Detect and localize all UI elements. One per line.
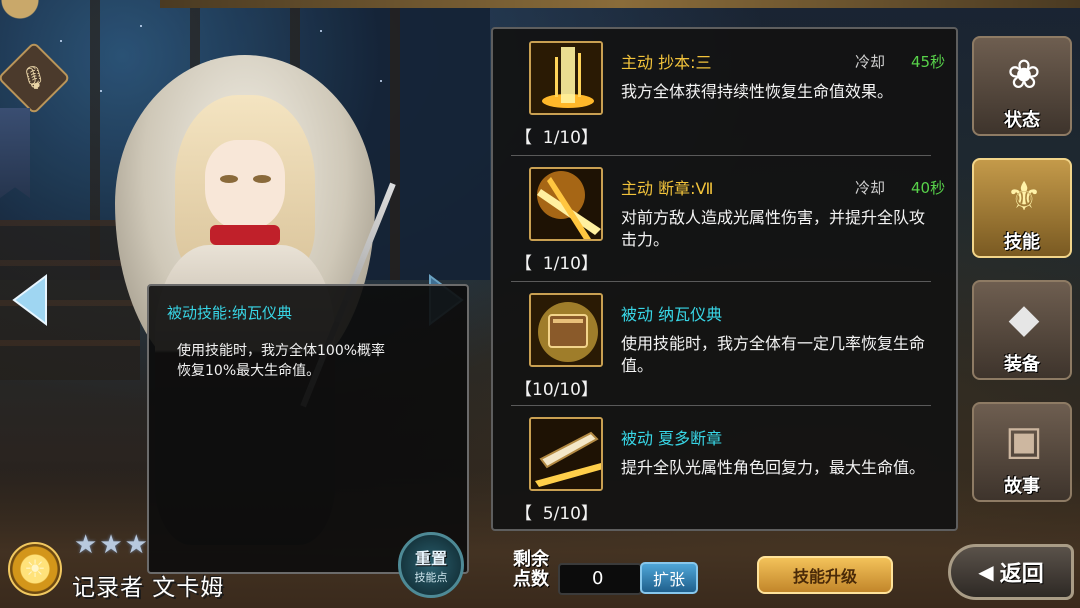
back-arrow-icon: ◀ [978, 560, 994, 584]
cooldown-label: 冷却 [855, 179, 886, 197]
rarity-stars: ★ ★ ★ [74, 530, 148, 560]
star-icon: ★ [99, 530, 123, 560]
microphone-icon: 🎙 [20, 65, 48, 91]
trident-icon: ⚜ [1006, 174, 1042, 220]
banner-flag [0, 108, 30, 198]
tab-label: 技能 [1004, 232, 1040, 253]
character-eye-right [253, 175, 271, 183]
reset-skill-points-button[interactable]: 重置 技能点 [398, 532, 464, 598]
skill-level: 【 5/10】 [515, 504, 598, 524]
back-label: 返回 [999, 562, 1044, 587]
skill-description: 使用技能时，我方全体有一定几率恢复生命值。 [621, 334, 926, 375]
tab-label: 状态 [1004, 110, 1040, 131]
skill-name: 被动 夏多断章 [621, 429, 723, 448]
skill-row[interactable]: 【 1/10】 主动 抄本:三 冷却 45秒 我方全体获得持续性恢复生命值效果。 [493, 29, 956, 151]
remaining-points-label: 剩余 点数 [508, 550, 554, 590]
tab-skills[interactable]: ⚜ 技能 [972, 158, 1072, 258]
character-bow [210, 225, 280, 245]
star-icon: ★ [124, 530, 148, 560]
skill-name: 主动 抄本:三 [621, 53, 712, 72]
skill-description: 我方全体获得持续性恢复生命值效果。 [621, 82, 894, 101]
book-glow-icon [529, 293, 603, 367]
skill-description: 对前方敌人造成光属性伤害，并提升全队攻击力。 [621, 208, 926, 249]
skill-row[interactable]: 【 1/10】 主动 断章:Ⅶ 冷却 40秒 对前方敌人造成光属性伤害，并提升全… [493, 155, 956, 277]
skill-name: 主动 断章:Ⅶ [621, 179, 714, 198]
passive-skill-tooltip: 被动技能:纳瓦仪典 使用技能时，我方全体100%概率 恢复10%最大生命值。 [147, 284, 469, 574]
back-button[interactable]: ◀ 返回 [948, 544, 1074, 600]
skill-name: 被动 纳瓦仪典 [621, 305, 723, 324]
tooltip-description-line: 使用技能时，我方全体100%概率 [177, 343, 386, 359]
light-pillar-icon [529, 41, 603, 115]
character-name: 记录者 文卡姆 [72, 575, 225, 601]
tooltip-description: 使用技能时，我方全体100%概率 恢复10%最大生命值。 [167, 341, 449, 381]
character-eye-left [220, 175, 238, 183]
tooltip-title: 被动技能:纳瓦仪典 [167, 304, 293, 322]
crystal-icon: ◆ [1008, 296, 1040, 342]
cooldown-value: 45秒 [911, 53, 946, 71]
tab-status[interactable]: ❀ 状态 [972, 36, 1072, 136]
cooldown-label: 冷却 [855, 53, 886, 71]
points-value: 0 [592, 568, 604, 589]
character-face [205, 140, 285, 230]
skill-level: 【10/10】 [515, 380, 598, 400]
skill-level: 【 1/10】 [515, 128, 598, 148]
light-burst-icon [529, 167, 603, 241]
arrow-left-icon [12, 274, 47, 326]
tab-label: 装备 [1004, 354, 1040, 375]
reset-label: 重置 [414, 549, 447, 568]
cooldown-value: 40秒 [911, 179, 946, 197]
prev-character-arrow[interactable] [10, 274, 50, 326]
flower-emblem-icon: ❀ [1007, 52, 1041, 98]
tab-story[interactable]: ▣ 故事 [972, 402, 1072, 502]
points-label-line: 点数 [513, 569, 549, 590]
tab-label: 故事 [1004, 476, 1040, 497]
points-label-line: 剩余 [513, 549, 549, 570]
star-icon: ★ [74, 530, 98, 560]
open-book-icon [529, 417, 603, 491]
reset-sublabel: 技能点 [414, 571, 448, 584]
tooltip-description-line: 恢复10%最大生命值。 [177, 363, 321, 379]
skill-level: 【 1/10】 [515, 254, 598, 274]
expand-button[interactable]: 扩张 [640, 562, 698, 594]
top-ornament-bar [160, 0, 1080, 8]
skill-description: 提升全队光属性角色回复力，最大生命值。 [621, 458, 926, 477]
skill-row[interactable]: 【10/10】 被动 纳瓦仪典 使用技能时，我方全体有一定几率恢复生命值。 [493, 281, 956, 403]
book-icon: ▣ [1005, 418, 1043, 464]
skill-upgrade-button[interactable]: 技能升级 [757, 556, 893, 594]
tab-equipment[interactable]: ◆ 装备 [972, 280, 1072, 380]
light-element-icon: ☀ [8, 542, 62, 596]
skill-list-panel: 【 1/10】 主动 抄本:三 冷却 45秒 我方全体获得持续性恢复生命值效果。… [491, 27, 958, 531]
skill-row[interactable]: 【 5/10】 被动 夏多断章 提升全队光属性角色回复力，最大生命值。 [493, 405, 956, 527]
